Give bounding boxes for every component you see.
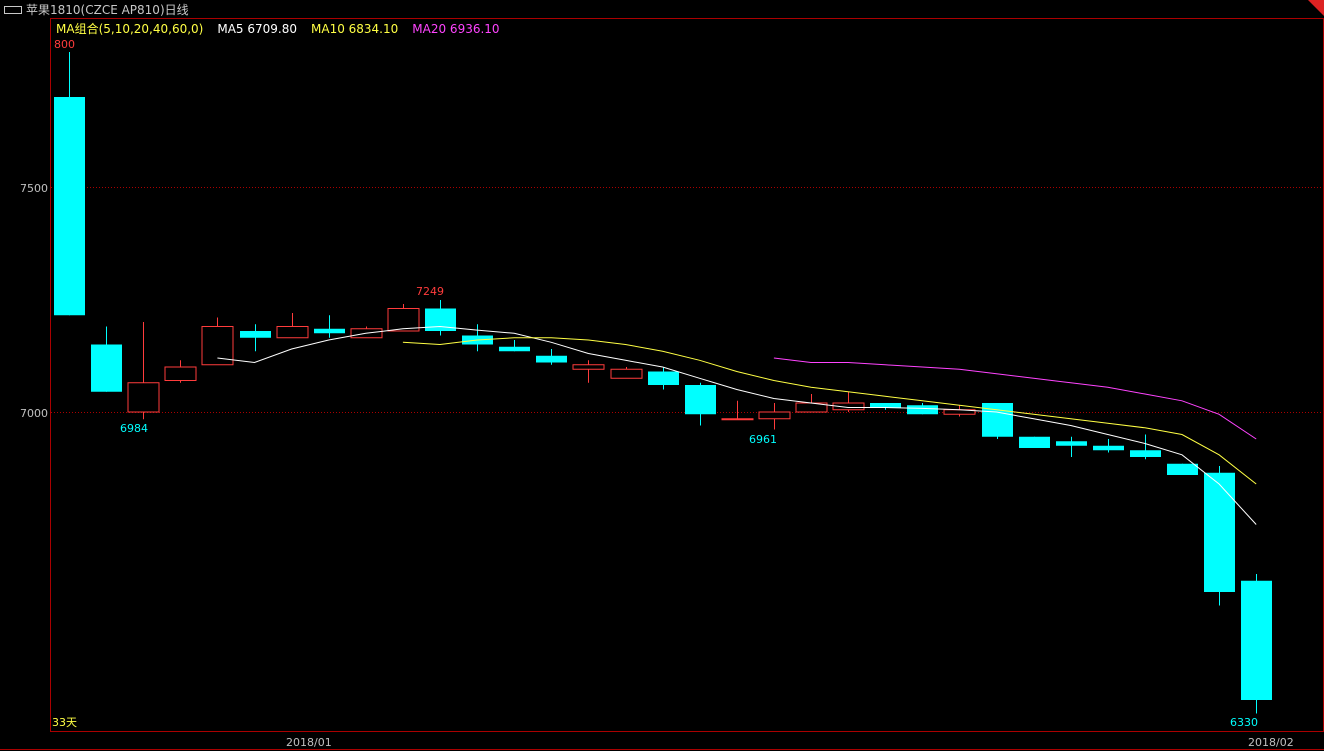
candle-body-down — [1130, 450, 1161, 457]
candle-layer — [54, 52, 1272, 714]
plot-frame — [50, 18, 1324, 732]
low-annotation: 6961 — [749, 433, 777, 446]
y-tick-label: 7000 — [20, 407, 48, 420]
x-tick-label: 2018/02 — [1248, 736, 1294, 749]
y-tick-label: 7500 — [20, 182, 48, 195]
candle — [54, 52, 85, 316]
candle — [1204, 466, 1235, 606]
x-tick-label: 2018/01 — [286, 736, 332, 749]
candle-body-down — [870, 403, 901, 408]
ma10-line — [402, 337, 1257, 485]
candle — [1056, 436, 1087, 457]
candle-body-down — [91, 344, 122, 392]
candle-body-down — [314, 328, 345, 334]
candle — [721, 400, 754, 421]
candle — [1167, 463, 1198, 475]
candle — [276, 313, 309, 339]
candle-body-down — [1167, 463, 1198, 475]
candle — [1241, 574, 1272, 714]
candle-body-down — [907, 405, 938, 415]
candle — [610, 367, 643, 379]
candle-body-down — [240, 331, 271, 338]
candle — [425, 299, 456, 336]
candle-body-down — [685, 385, 716, 415]
candle — [240, 324, 271, 352]
candle — [870, 403, 901, 410]
candle — [164, 360, 197, 383]
candle — [758, 403, 791, 430]
candle-body-up — [610, 368, 643, 379]
candle — [536, 349, 567, 365]
ma5-line — [217, 325, 1257, 525]
candle-body-down — [1093, 445, 1124, 451]
candle-body-up — [164, 366, 197, 381]
grid-layer — [51, 187, 1323, 413]
high-annotation: 800 — [54, 38, 75, 51]
candle-body-down — [982, 403, 1013, 437]
candle — [499, 340, 530, 352]
candle-body-down — [1019, 436, 1050, 448]
candle-body-down — [1204, 472, 1235, 592]
candle-body-up — [127, 382, 160, 413]
candlestick-chart[interactable]: 33天 2018/01 2018/02 7500 7000 800 7249 6… — [0, 0, 1324, 751]
candle — [1019, 436, 1050, 448]
candle-body-up — [572, 364, 605, 370]
low-annotation: 6984 — [120, 422, 148, 435]
candle-body-up — [276, 326, 309, 339]
high-annotation: 7249 — [416, 285, 444, 298]
candle — [832, 391, 865, 412]
candle-body-down — [1241, 580, 1272, 700]
ma-layer — [217, 325, 1257, 525]
candle-body-up — [721, 418, 754, 421]
candle — [91, 326, 122, 392]
ma20-line — [773, 357, 1257, 440]
candle — [685, 382, 716, 426]
candle — [387, 304, 420, 332]
count-label: 33天 — [52, 716, 77, 729]
candle — [314, 315, 345, 338]
candle — [127, 322, 160, 420]
candle-body-down — [54, 97, 85, 316]
candle-body-up — [758, 411, 791, 420]
candle — [572, 360, 605, 383]
candle-body-down — [536, 355, 567, 363]
low-annotation: 6330 — [1230, 716, 1258, 729]
candle-body-down — [499, 346, 530, 352]
candle-body-down — [1056, 441, 1087, 446]
candle — [462, 324, 493, 352]
candle-body-down — [648, 371, 679, 385]
candle — [1093, 439, 1124, 453]
